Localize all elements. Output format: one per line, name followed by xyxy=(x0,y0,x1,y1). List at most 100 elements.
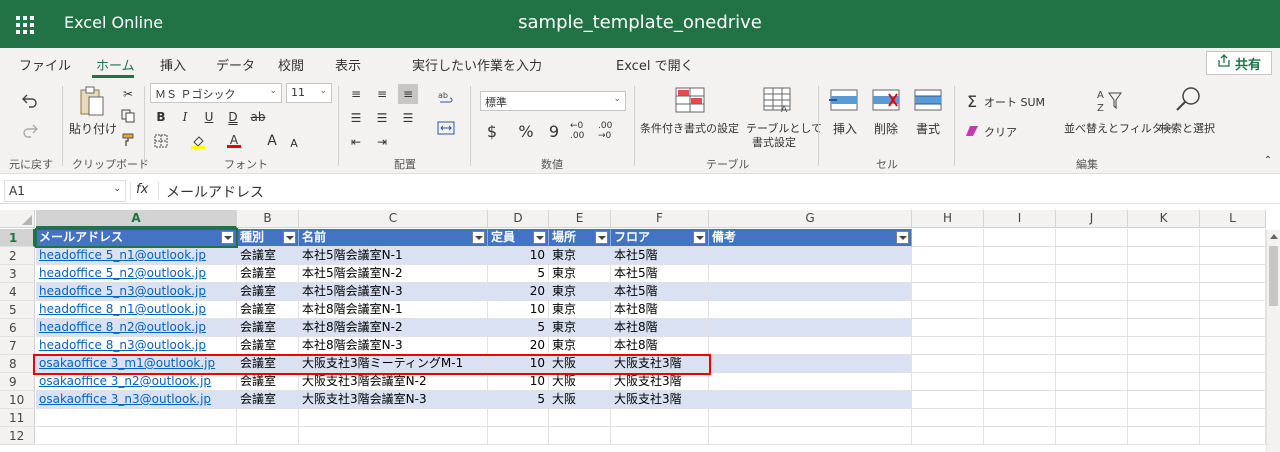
cell[interactable] xyxy=(1056,337,1128,355)
undo-icon[interactable] xyxy=(20,90,40,110)
comma-style-button[interactable]: 9 xyxy=(544,121,564,141)
find-select-label[interactable]: 検索と選択 xyxy=(1160,120,1215,136)
filter-dropdown-icon[interactable] xyxy=(472,231,485,244)
tab-review[interactable]: 校閲 xyxy=(278,55,304,74)
autosum-label[interactable]: オート SUM xyxy=(984,94,1045,110)
bold-button[interactable]: B xyxy=(151,107,171,127)
cell[interactable]: 本社8階 xyxy=(611,319,709,337)
cell[interactable] xyxy=(1200,247,1266,265)
open-in-excel[interactable]: Excel で開く xyxy=(616,55,694,74)
sort-filter-label[interactable]: 並べ替えとフィルター xyxy=(1064,120,1174,136)
cell[interactable] xyxy=(709,409,912,427)
cell[interactable] xyxy=(912,283,984,301)
font-color-icon[interactable]: A xyxy=(224,131,244,151)
cell[interactable] xyxy=(709,391,912,409)
cell[interactable] xyxy=(299,427,488,445)
cell[interactable]: 会議室 xyxy=(237,265,299,283)
cell[interactable] xyxy=(709,247,912,265)
cell[interactable] xyxy=(984,337,1056,355)
scroll-up-icon[interactable] xyxy=(1270,234,1278,239)
autosum-icon[interactable]: Σ xyxy=(962,91,982,111)
cell[interactable]: 大阪支社3階ミーティングM-1 xyxy=(299,355,488,373)
cell[interactable] xyxy=(912,229,984,247)
format-as-table-icon[interactable]: A xyxy=(762,86,794,114)
cell[interactable]: headoffice 5_n2@outlook.jp xyxy=(36,265,237,283)
cell[interactable] xyxy=(984,319,1056,337)
table-header-cell[interactable]: 名前 xyxy=(299,229,488,247)
email-link[interactable]: headoffice 8_n3@outlook.jp xyxy=(39,338,206,352)
column-header[interactable]: H xyxy=(912,210,984,228)
cell[interactable]: headoffice 5_n3@outlook.jp xyxy=(36,283,237,301)
cell[interactable]: 10 xyxy=(488,373,549,391)
table-header-cell[interactable]: 備考 xyxy=(709,229,912,247)
select-all-corner[interactable] xyxy=(0,210,35,228)
row-header[interactable]: 7 xyxy=(0,337,35,355)
cell[interactable] xyxy=(488,427,549,445)
cell[interactable] xyxy=(1128,265,1200,283)
cell[interactable] xyxy=(1200,283,1266,301)
format-label[interactable]: 書式 xyxy=(916,120,940,137)
cell[interactable] xyxy=(549,409,611,427)
column-header[interactable]: C xyxy=(299,210,488,228)
cell[interactable]: 東京 xyxy=(549,319,611,337)
font-name-dropdown[interactable]: ＭＳ Ｐゴシック ⌄ xyxy=(150,83,282,103)
email-link[interactable]: headoffice 8_n2@outlook.jp xyxy=(39,320,206,334)
cell[interactable] xyxy=(984,283,1056,301)
cell[interactable] xyxy=(1200,337,1266,355)
paste-icon[interactable] xyxy=(76,84,108,118)
cell[interactable]: osakaoffice 3_m1@outlook.jp xyxy=(36,355,237,373)
cell[interactable] xyxy=(984,373,1056,391)
tell-me-search[interactable]: 実行したい作業を入力 xyxy=(412,55,542,74)
borders-icon[interactable] xyxy=(151,131,171,151)
cell[interactable] xyxy=(1056,301,1128,319)
cell[interactable]: 本社8階会議室N-1 xyxy=(299,301,488,319)
cell[interactable] xyxy=(1128,427,1200,445)
format-as-table-label-2[interactable]: 書式設定 xyxy=(752,134,796,150)
filter-dropdown-icon[interactable] xyxy=(533,231,546,244)
column-header[interactable]: J xyxy=(1056,210,1128,228)
cell[interactable] xyxy=(1128,373,1200,391)
cell[interactable]: 20 xyxy=(488,337,549,355)
cell[interactable] xyxy=(984,427,1056,445)
email-link[interactable]: headoffice 5_n2@outlook.jp xyxy=(39,266,206,280)
tab-data[interactable]: データ xyxy=(216,55,255,74)
cell[interactable]: 10 xyxy=(488,355,549,373)
cell[interactable] xyxy=(1200,427,1266,445)
italic-button[interactable]: I xyxy=(175,107,195,127)
cell[interactable] xyxy=(912,409,984,427)
strikethrough-button[interactable]: ab xyxy=(248,107,268,127)
filter-dropdown-icon[interactable] xyxy=(896,231,909,244)
cell[interactable] xyxy=(1200,391,1266,409)
cell[interactable] xyxy=(1056,247,1128,265)
row-header[interactable]: 10 xyxy=(0,391,35,409)
cell[interactable] xyxy=(1200,355,1266,373)
cell[interactable] xyxy=(237,409,299,427)
column-header[interactable]: D xyxy=(488,210,549,228)
cell[interactable] xyxy=(1128,409,1200,427)
align-center-icon[interactable]: ☰ xyxy=(372,108,392,128)
worksheet-grid[interactable]: A B C D E F G H I J K L 1 メールアドレス 種別 名前 定員 場所 フロア 備考 2 headof… xyxy=(0,210,1280,452)
delete-label[interactable]: 削除 xyxy=(874,120,898,137)
column-header[interactable]: F xyxy=(611,210,709,228)
cell[interactable]: 東京 xyxy=(549,337,611,355)
cell[interactable]: 本社5階会議室N-2 xyxy=(299,265,488,283)
conditional-format-label[interactable]: 条件付き書式の設定 xyxy=(640,120,739,136)
cell[interactable]: 本社8階会議室N-2 xyxy=(299,319,488,337)
row-header[interactable]: 1 xyxy=(0,229,35,247)
cell[interactable] xyxy=(709,319,912,337)
cell[interactable] xyxy=(1128,319,1200,337)
name-box[interactable]: A1 ⌄ xyxy=(4,180,126,202)
cell[interactable]: headoffice 8_n3@outlook.jp xyxy=(36,337,237,355)
decrease-decimal-button[interactable]: .00 →0 xyxy=(598,121,624,141)
share-button[interactable]: 共有 xyxy=(1206,51,1272,75)
decrease-indent-icon[interactable]: ⇤ xyxy=(346,132,366,152)
cell[interactable]: headoffice 5_n1@outlook.jp xyxy=(36,247,237,265)
cell[interactable]: headoffice 8_n2@outlook.jp xyxy=(36,319,237,337)
increase-decimal-button[interactable]: ←0 .00 xyxy=(570,121,596,141)
cell[interactable]: 会議室 xyxy=(237,355,299,373)
cell[interactable]: 会議室 xyxy=(237,247,299,265)
cell[interactable] xyxy=(912,337,984,355)
cell[interactable]: 会議室 xyxy=(237,337,299,355)
cell[interactable] xyxy=(299,409,488,427)
redo-icon[interactable] xyxy=(20,120,40,140)
